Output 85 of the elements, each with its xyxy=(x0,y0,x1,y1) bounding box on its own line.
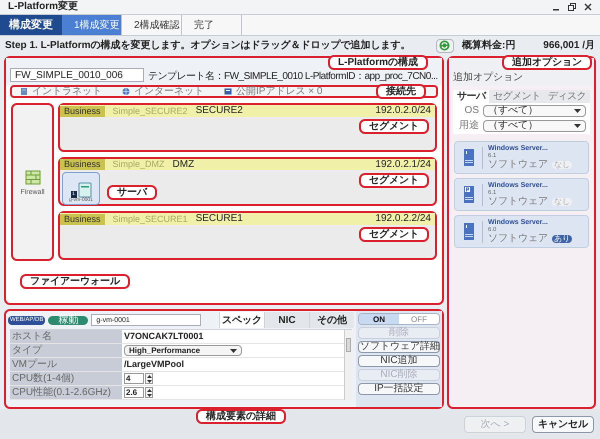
detail-tab[interactable]: その他 xyxy=(309,312,354,328)
close-icon xyxy=(584,3,592,11)
name-field[interactable]: FW_SIMPLE_0010_006 xyxy=(10,68,144,82)
segment-address: 192.0.2.0/24 xyxy=(375,106,431,116)
callout-label: セグメント xyxy=(359,119,429,134)
spinner-button[interactable] xyxy=(145,387,153,398)
callout-label: 接続先 xyxy=(376,84,426,99)
segment-tag: Business xyxy=(60,106,105,116)
on-option[interactable]: ON xyxy=(359,314,399,324)
refresh-icon xyxy=(439,40,450,51)
connection-label: イントラネット xyxy=(32,86,102,96)
connection-label: 公開IPアドレス × 0 xyxy=(236,86,322,96)
field-value: V7ONCAK7LT0001 xyxy=(124,332,204,342)
software-badge: なし xyxy=(552,198,572,206)
step-heading: 構成変更 xyxy=(0,15,62,35)
server-icon xyxy=(462,222,474,241)
callout-label: サーバ xyxy=(107,185,157,200)
field-label: CPU性能(0.1-2.6GHz) xyxy=(10,386,122,400)
segment-panel[interactable]: Business Simple_SECURE2 SECURE2 192.0.2.0/24 セグメント xyxy=(58,103,437,152)
option-type: ソフトウェア xyxy=(488,234,548,244)
type-dropdown[interactable]: High_Performance xyxy=(124,345,242,356)
filter-dropdown[interactable]: （すべて） xyxy=(483,120,586,132)
power-toggle[interactable]: ON OFF xyxy=(358,313,440,326)
number-field[interactable]: 4 xyxy=(124,373,144,384)
restore-icon xyxy=(568,3,576,11)
field-label: VMプール xyxy=(10,358,122,372)
refresh-button[interactable] xyxy=(436,38,454,52)
software-badge: あり xyxy=(552,235,572,243)
instruction-text: Step 1. L-Platformの構成を変更します。オプションはドラッグ＆ドロップで追加します。 xyxy=(5,40,411,50)
field-label: タイプ xyxy=(10,344,122,358)
server-icon xyxy=(78,182,92,198)
up-down-arrows-icon xyxy=(146,388,152,397)
segment-template: Simple_DMZ xyxy=(112,160,165,169)
cost-value: 966,001 /月 xyxy=(543,40,595,50)
software-badge: なし xyxy=(552,161,572,169)
callout-label: ファイアーウォール xyxy=(20,274,130,290)
server-icon xyxy=(462,148,474,167)
caret-icon xyxy=(574,124,581,128)
scrollbar[interactable] xyxy=(344,330,352,400)
segment-template: Simple_SECURE2 xyxy=(112,106,188,116)
segment-address: 192.0.2.1/24 xyxy=(375,160,431,170)
option-tab[interactable]: セグメント xyxy=(489,90,544,103)
spinner-button[interactable] xyxy=(145,373,153,384)
action-button[interactable]: ソフトウェア詳細 xyxy=(358,341,440,354)
option-type: ソフトウェア xyxy=(488,197,548,207)
option-type: ソフトウェア xyxy=(488,160,548,170)
off-option[interactable]: OFF xyxy=(399,314,439,324)
callout-label: セグメント xyxy=(359,173,429,188)
filter-dropdown[interactable]: （すべて） xyxy=(483,105,586,117)
option-tab[interactable]: サーバ xyxy=(453,90,490,103)
server-icon xyxy=(462,185,474,204)
segment-template: Simple_SECURE1 xyxy=(112,214,188,224)
filter-label: 用途 xyxy=(458,121,479,131)
caret-icon xyxy=(230,348,237,353)
callout-label: 構成要素の詳細 xyxy=(196,409,286,424)
options-title: 追加オプション xyxy=(453,73,523,83)
callout-label: L-Platformの構成 xyxy=(328,55,428,70)
field-label: CPU数(1-4個) xyxy=(10,372,122,386)
segment-tag: Business xyxy=(60,159,105,170)
detail-tab[interactable]: スペック xyxy=(219,312,264,328)
segment-panel[interactable]: Business Simple_SECURE1 SECURE1 192.0.2.2/24 セグメント xyxy=(58,211,437,260)
field-value: /LargeVMPool xyxy=(124,360,184,370)
segment-name: SECURE1 xyxy=(196,214,243,224)
footer-button[interactable]: キャンセル xyxy=(532,416,594,432)
brick-wall-icon xyxy=(24,168,40,184)
window-title: L-Platform変更 xyxy=(8,2,78,12)
callout-label: セグメント xyxy=(359,227,429,242)
detail-tab[interactable]: NIC xyxy=(264,312,309,328)
up-down-arrows-icon xyxy=(146,374,152,383)
filter-label: OS xyxy=(464,106,479,116)
caret-icon xyxy=(574,109,581,113)
action-button[interactable]: IP一括設定 xyxy=(358,383,440,396)
segment-address: 192.0.2.2/24 xyxy=(375,214,431,224)
action-button[interactable]: NIC追加 xyxy=(358,355,440,368)
cost-label: 概算料金:円 xyxy=(462,40,516,50)
status-badge: 稼動 xyxy=(48,316,88,325)
template-info: テンプレート名：FW_SIMPLE_0010 L-PlatformID：app_proc_7CN0... xyxy=(148,72,438,82)
option-tab[interactable]: ディスク xyxy=(544,90,590,103)
number-field[interactable]: 2.6 xyxy=(124,387,144,398)
segment-name: SECURE2 xyxy=(196,106,243,116)
connection-label: インターネット xyxy=(134,86,204,96)
segment-name: DMZ xyxy=(172,160,194,170)
field-label: ホスト名 xyxy=(10,330,122,344)
callout-label: 追加オプション xyxy=(502,55,592,70)
segment-tag: Business xyxy=(60,214,105,224)
